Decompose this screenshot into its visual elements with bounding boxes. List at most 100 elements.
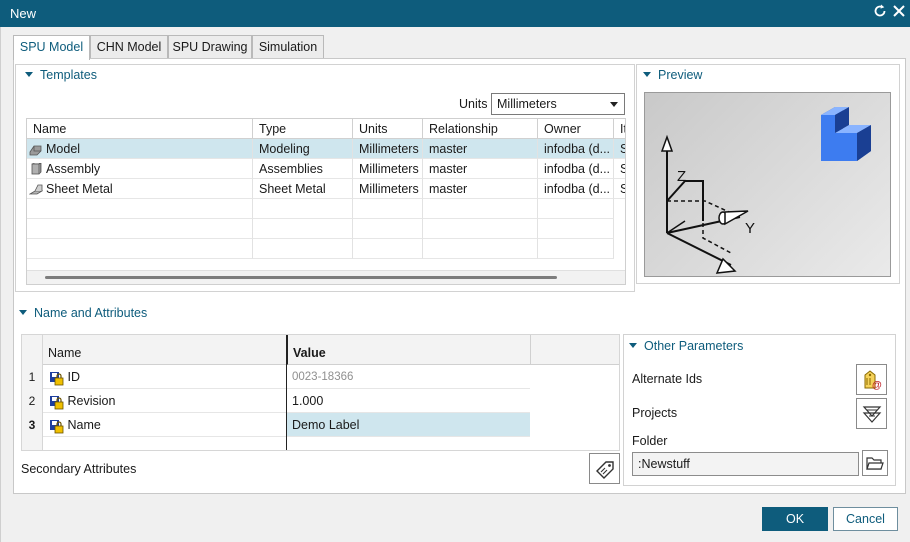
attr-column-header-name[interactable]: Name bbox=[43, 335, 287, 365]
template-type: Sheet Metal bbox=[253, 179, 353, 199]
template-owner: infodba (d... bbox=[538, 159, 614, 179]
locked-field-icon bbox=[50, 419, 64, 434]
empty-cell bbox=[538, 199, 614, 219]
name-attributes-title: Name and Attributes bbox=[34, 306, 148, 320]
attr-row-name[interactable]: Name bbox=[43, 413, 286, 437]
template-owner: infodba (d... bbox=[538, 139, 614, 159]
empty-cell bbox=[253, 199, 353, 219]
templates-title: Templates bbox=[40, 68, 97, 82]
empty-cell bbox=[353, 199, 423, 219]
column-header-name[interactable]: Name bbox=[27, 119, 253, 139]
template-units: Millimeters bbox=[353, 139, 423, 159]
folder-label: Folder bbox=[632, 434, 668, 448]
coordinate-system-graphic: Z Y X bbox=[660, 107, 871, 274]
empty-cell bbox=[27, 239, 253, 259]
axis-y-label: Y bbox=[745, 220, 755, 237]
attr-name: Name bbox=[67, 418, 101, 432]
template-row-assembly[interactable]: Assembly bbox=[27, 159, 253, 179]
collapse-triangle-icon bbox=[19, 310, 27, 316]
assembly-icon bbox=[31, 163, 42, 175]
refresh-icon[interactable] bbox=[872, 3, 888, 24]
empty-cell bbox=[423, 219, 538, 239]
template-name: Assembly bbox=[46, 162, 101, 176]
browse-folder-button[interactable] bbox=[862, 450, 888, 476]
attr-name: ID bbox=[67, 370, 80, 384]
name-value-field[interactable]: Demo Label bbox=[287, 413, 530, 437]
ok-button[interactable]: OK bbox=[762, 507, 828, 531]
attr-column-header-value[interactable]: Value bbox=[287, 335, 530, 365]
alternate-ids-button[interactable]: @ bbox=[856, 364, 887, 395]
revision-value-field[interactable]: 1.000 bbox=[287, 389, 530, 413]
attr-row-revision[interactable]: Revision bbox=[43, 389, 286, 413]
template-preview-image: Z Y X bbox=[644, 92, 891, 277]
locked-field-icon bbox=[50, 395, 64, 410]
title-bar: New bbox=[0, 0, 910, 27]
templates-header[interactable]: Templates bbox=[25, 68, 97, 82]
units-label: Units bbox=[459, 97, 488, 111]
id-value-field: 0023-18366 bbox=[287, 365, 530, 389]
template-extra: S bbox=[614, 179, 625, 199]
cancel-button[interactable]: Cancel bbox=[833, 507, 898, 531]
chevron-down-icon bbox=[610, 102, 618, 107]
attr-row-number: 3 bbox=[28, 418, 36, 432]
close-icon[interactable] bbox=[892, 3, 906, 23]
horizontal-scrollbar[interactable] bbox=[27, 270, 625, 284]
tab-chn-model[interactable]: CHN Model bbox=[90, 35, 168, 59]
alternate-id-tag-icon: @ bbox=[864, 369, 882, 391]
empty-cell bbox=[538, 239, 614, 259]
name-attributes-header[interactable]: Name and Attributes bbox=[19, 306, 147, 320]
preview-title: Preview bbox=[658, 68, 703, 82]
preview-header[interactable]: Preview bbox=[643, 68, 702, 82]
projects-button[interactable] bbox=[856, 398, 887, 429]
empty-cell bbox=[423, 239, 538, 259]
column-header-type[interactable]: Type bbox=[253, 119, 353, 139]
template-row-sheet-metal[interactable]: Sheet Metal bbox=[27, 179, 253, 199]
folder-field[interactable]: :Newstuff bbox=[632, 452, 859, 476]
empty-cell bbox=[27, 219, 253, 239]
alternate-ids-label: Alternate Ids bbox=[632, 372, 703, 386]
attr-column-header-empty bbox=[530, 335, 619, 365]
tab-simulation[interactable]: Simulation bbox=[252, 35, 324, 59]
tab-spu-drawing[interactable]: SPU Drawing bbox=[168, 35, 252, 59]
template-extra: S bbox=[614, 139, 625, 159]
folder-open-icon bbox=[866, 457, 884, 470]
projects-icon bbox=[862, 405, 881, 423]
other-parameters-header[interactable]: Other Parameters bbox=[629, 339, 743, 353]
other-parameters-title: Other Parameters bbox=[644, 339, 744, 353]
units-select-value: Millimeters bbox=[497, 97, 557, 111]
column-header-it[interactable]: It bbox=[614, 119, 625, 139]
collapse-triangle-icon bbox=[629, 343, 637, 349]
secondary-attributes-button[interactable] bbox=[589, 453, 620, 484]
template-relationship: master bbox=[423, 139, 538, 159]
template-units: Millimeters bbox=[353, 179, 423, 199]
axis-z-label: Z bbox=[677, 168, 686, 185]
template-owner: infodba (d... bbox=[538, 179, 614, 199]
tag-icon bbox=[595, 460, 614, 479]
column-header-owner[interactable]: Owner bbox=[538, 119, 614, 139]
collapse-triangle-icon bbox=[643, 72, 651, 78]
scrollbar-thumb[interactable] bbox=[45, 276, 557, 279]
template-relationship: master bbox=[423, 159, 538, 179]
template-units: Millimeters bbox=[353, 159, 423, 179]
units-select[interactable]: Millimeters bbox=[491, 93, 625, 115]
empty-cell bbox=[538, 219, 614, 239]
collapse-triangle-icon bbox=[25, 72, 33, 78]
template-extra: S bbox=[614, 159, 625, 179]
template-row-model[interactable]: Model bbox=[27, 139, 253, 159]
attributes-table: Name Value 1 ID 0023-18366 2 Revision 1.… bbox=[21, 334, 620, 451]
attr-row-id[interactable]: ID bbox=[43, 365, 286, 389]
empty-cell bbox=[353, 239, 423, 259]
tab-spu-model[interactable]: SPU Model bbox=[13, 35, 90, 60]
template-type: Modeling bbox=[253, 139, 353, 159]
empty-cell bbox=[253, 219, 353, 239]
sheet-metal-icon bbox=[29, 184, 43, 195]
templates-table: Name Type Units Relationship Owner It Mo… bbox=[26, 118, 626, 285]
template-name: Sheet Metal bbox=[46, 182, 113, 196]
column-header-units[interactable]: Units bbox=[353, 119, 423, 139]
attr-name: Revision bbox=[67, 394, 116, 408]
attr-row-number: 1 bbox=[28, 370, 36, 384]
locked-field-icon bbox=[50, 371, 64, 386]
svg-text:@: @ bbox=[872, 380, 882, 391]
window-title: New bbox=[10, 6, 37, 21]
column-header-relationship[interactable]: Relationship bbox=[423, 119, 538, 139]
